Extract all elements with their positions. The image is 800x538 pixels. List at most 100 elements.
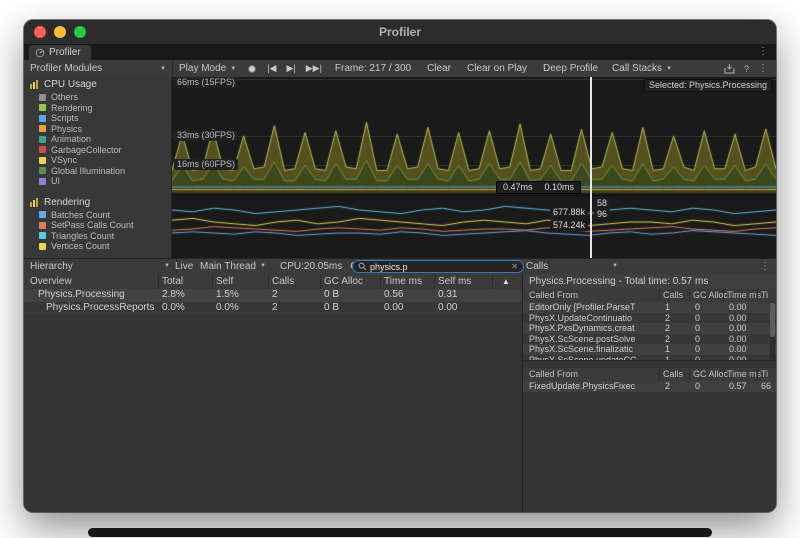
legend-item-others[interactable]: Others bbox=[24, 92, 171, 103]
profiler-modules-dropdown[interactable]: Profiler Modules ▼ bbox=[24, 60, 173, 77]
column-calls[interactable]: Calls bbox=[663, 289, 683, 302]
legend-item-setpass-calls-count[interactable]: SetPass Calls Count bbox=[24, 220, 171, 231]
column-called-from[interactable]: Called From bbox=[529, 368, 578, 381]
rendering-chart[interactable]: 677.88k 574.24k 58 96 bbox=[172, 196, 776, 258]
module-title: Rendering bbox=[44, 197, 90, 208]
legend-item-ui[interactable]: UI bbox=[24, 176, 171, 187]
clear-search-icon[interactable]: ✕ bbox=[511, 262, 518, 271]
color-swatch bbox=[39, 125, 46, 132]
callers-scrollbar[interactable] bbox=[770, 302, 775, 360]
profiler-gauge-icon bbox=[35, 48, 45, 58]
legend-label: UI bbox=[51, 176, 60, 186]
rendering-chart-canvas[interactable] bbox=[172, 196, 776, 258]
scrollbar-thumb[interactable] bbox=[770, 303, 775, 337]
legend-label: Vertices Count bbox=[51, 241, 110, 251]
legend-label: Global Illumination bbox=[51, 166, 125, 176]
record-button[interactable] bbox=[242, 64, 262, 74]
column-calls[interactable]: Calls bbox=[663, 368, 683, 381]
chevron-down-icon: ▼ bbox=[230, 66, 236, 72]
legend-item-vsync[interactable]: VSync bbox=[24, 155, 171, 166]
column-calls[interactable]: Calls bbox=[272, 274, 294, 289]
cell-gc: 0 bbox=[695, 323, 700, 334]
column-called-from[interactable]: Called From bbox=[529, 289, 578, 302]
details-view-dropdown[interactable]: Calls ▼ bbox=[526, 259, 618, 273]
legend-item-garbagecollector[interactable]: GarbageCollector bbox=[24, 145, 171, 156]
legend-label: Animation bbox=[51, 134, 91, 144]
cell-calls: 1 bbox=[665, 344, 670, 355]
cpu-usage-chart[interactable]: 66ms (15FPS) 33ms (30FPS) 16ms (60FPS) S… bbox=[172, 77, 776, 196]
sort-asc-icon[interactable]: ▲ bbox=[502, 274, 510, 289]
call-stacks-dropdown[interactable]: Call Stacks ▼ bbox=[606, 60, 678, 77]
legend-item-global-illumination[interactable]: Global Illumination bbox=[24, 166, 171, 177]
column-self-ms[interactable]: Self ms bbox=[438, 274, 471, 289]
column-time-ms[interactable]: Time ms bbox=[384, 274, 422, 289]
thread-dropdown[interactable]: Main Thread ▼ bbox=[200, 259, 266, 273]
clear-on-play-toggle[interactable]: Clear on Play bbox=[459, 63, 535, 74]
color-swatch bbox=[39, 146, 46, 153]
hierarchy-mode-dropdown[interactable]: Hierarchy ▼ bbox=[24, 259, 177, 273]
legend-label: Triangles Count bbox=[51, 231, 114, 241]
search-input[interactable] bbox=[370, 262, 508, 272]
profiler-modules-sidebar: CPU Usage Others Rendering Scripts Physi… bbox=[24, 77, 172, 258]
hierarchy-table-header: Overview Total Self Calls GC Alloc Time … bbox=[24, 274, 522, 290]
cell-total: 0.0% bbox=[162, 302, 185, 315]
table-row[interactable]: FixedUpdate.PhysicsFixec 2 0 0.57 66 bbox=[523, 381, 776, 392]
table-row[interactable]: PhysX.UpdateContinuatio 2 0 0.00 bbox=[523, 313, 776, 324]
help-icon[interactable]: ? bbox=[744, 64, 749, 74]
skip-back-button[interactable]: |◀ bbox=[262, 63, 281, 74]
legend-item-batches-count[interactable]: Batches Count bbox=[24, 210, 171, 221]
module-rendering[interactable]: Rendering bbox=[24, 195, 171, 210]
tab-kebab-icon[interactable]: ⋮ bbox=[758, 46, 768, 57]
hierarchy-kebab-icon[interactable]: ⋮ bbox=[760, 261, 770, 272]
toolbar-kebab-icon[interactable]: ⋮ bbox=[758, 63, 768, 74]
color-swatch bbox=[39, 222, 46, 229]
legend-item-vertices-count[interactable]: Vertices Count bbox=[24, 241, 171, 252]
table-row[interactable]: PhysX.PxsDynamics.creat 2 0 0.00 bbox=[523, 323, 776, 334]
live-toggle[interactable]: Live bbox=[170, 259, 198, 273]
save-profile-icon[interactable] bbox=[724, 64, 735, 74]
legend-label: SetPass Calls Count bbox=[51, 220, 134, 230]
play-mode-label: Play Mode bbox=[179, 63, 226, 74]
legend-item-triangles-count[interactable]: Triangles Count bbox=[24, 231, 171, 242]
table-row-physics-processing[interactable]: Physics.Processing 2.8% 1.5% 2 0 B 0.56 … bbox=[24, 289, 522, 302]
charts-area: 66ms (15FPS) 33ms (30FPS) 16ms (60FPS) S… bbox=[172, 77, 776, 258]
legend-label: Batches Count bbox=[51, 210, 110, 220]
tab-profiler[interactable]: Profiler bbox=[29, 45, 91, 60]
search-field[interactable]: ✕ bbox=[352, 260, 524, 273]
column-time-cut[interactable]: Ti bbox=[761, 289, 768, 302]
batches-value-badge: 58 bbox=[594, 198, 610, 209]
table-row-physics-processreports[interactable]: Physics.ProcessReports 0.0% 0.0% 2 0 B 0… bbox=[24, 302, 522, 315]
details-view-label: Calls bbox=[526, 261, 548, 272]
legend-item-scripts[interactable]: Scripts bbox=[24, 113, 171, 124]
legend-item-physics[interactable]: Physics bbox=[24, 124, 171, 135]
table-row[interactable]: PhysX.ScScene.postSolve 2 0 0.00 bbox=[523, 334, 776, 345]
zoom-window-button[interactable] bbox=[74, 26, 86, 38]
table-row[interactable]: PhysX.ScScene.finalizatic 1 0 0.00 bbox=[523, 344, 776, 355]
column-total[interactable]: Total bbox=[162, 274, 183, 289]
column-time-cut[interactable]: Ti bbox=[761, 368, 768, 381]
legend-label: Scripts bbox=[51, 113, 79, 123]
module-cpu-usage[interactable]: CPU Usage bbox=[24, 77, 171, 92]
column-gc-alloc[interactable]: GC Alloc bbox=[324, 274, 363, 289]
clear-button[interactable]: Clear bbox=[419, 63, 459, 74]
minimize-window-button[interactable] bbox=[54, 26, 66, 38]
deep-profile-toggle[interactable]: Deep Profile bbox=[535, 63, 606, 74]
profiler-toolbar: Profiler Modules ▼ Play Mode ▼ |◀ ▶| ▶▶|… bbox=[24, 60, 776, 78]
cpu-chart-canvas[interactable] bbox=[172, 77, 776, 195]
column-self[interactable]: Self bbox=[216, 274, 233, 289]
legend-label: Others bbox=[51, 92, 78, 102]
legend-item-rendering[interactable]: Rendering bbox=[24, 103, 171, 114]
skip-forward-button[interactable]: ▶▶| bbox=[301, 63, 327, 74]
window-title: Profiler bbox=[379, 25, 421, 39]
step-forward-button[interactable]: ▶| bbox=[281, 63, 300, 74]
sample-tooltip: 0.47ms 0.10ms bbox=[496, 181, 581, 194]
play-mode-dropdown[interactable]: Play Mode ▼ bbox=[173, 60, 242, 77]
table-row[interactable]: EditorOnly [Profiler.ParseT 1 0 0.00 bbox=[523, 302, 776, 313]
traffic-lights bbox=[34, 26, 86, 38]
column-overview[interactable]: Overview bbox=[30, 274, 72, 289]
legend-item-animation[interactable]: Animation bbox=[24, 134, 171, 145]
tooltip-value: 0.10ms bbox=[545, 182, 575, 193]
close-window-button[interactable] bbox=[34, 26, 46, 38]
frame-selection-line[interactable] bbox=[590, 77, 592, 258]
details-area: Overview Total Self Calls GC Alloc Time … bbox=[24, 274, 776, 512]
